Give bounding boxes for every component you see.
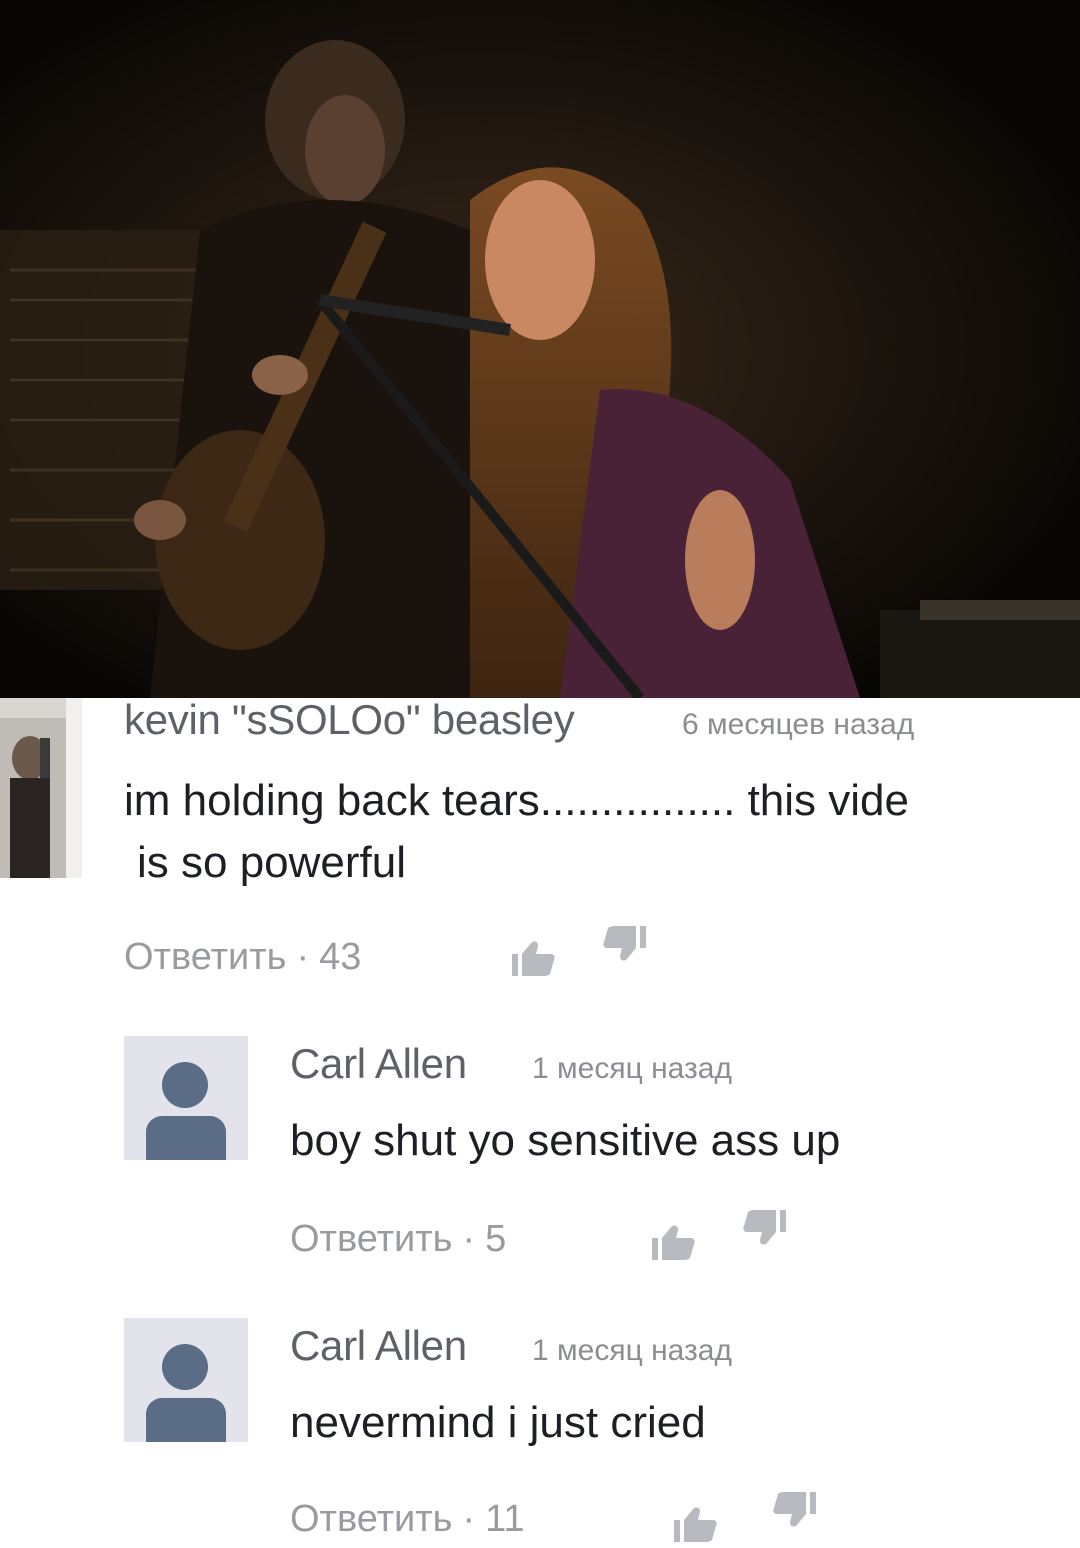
avatar[interactable] <box>124 1318 248 1442</box>
video-frame-image <box>0 0 1080 698</box>
comment-text: im holding back tears................ th… <box>124 776 909 825</box>
comment-item: Carl Allen 1 месяц назад boy shut yo sen… <box>0 1036 1080 1296</box>
thumb-up-icon[interactable] <box>650 1222 698 1262</box>
separator-dot: · <box>296 936 310 978</box>
video-player[interactable] <box>0 0 1080 698</box>
thumb-down-icon[interactable] <box>740 1208 788 1248</box>
comment-timestamp: 1 месяц назад <box>532 1052 732 1085</box>
thumb-up-icon[interactable] <box>672 1504 720 1544</box>
default-avatar-body-icon <box>146 1116 226 1160</box>
thumb-down-icon[interactable] <box>600 924 648 964</box>
comment-actions: Ответить · 5 <box>290 1218 506 1261</box>
reply-button[interactable]: Ответить <box>124 936 286 978</box>
default-avatar-head-icon <box>162 1062 208 1108</box>
comment-item: Carl Allen 1 месяц назад nevermind i jus… <box>0 1318 1080 1548</box>
comment-author[interactable]: Carl Allen <box>290 1322 467 1370</box>
comment-author[interactable]: kevin "sSOLOo" beasley <box>124 696 575 744</box>
default-avatar-body-icon <box>146 1398 226 1442</box>
comment-item: kevin "sSOLOo" beasley 6 месяцев назад i… <box>0 696 1080 998</box>
avatar-photo-image <box>0 698 82 878</box>
reply-button[interactable]: Ответить <box>290 1218 452 1260</box>
comments-section: kevin "sSOLOo" beasley 6 месяцев назад i… <box>0 696 1080 1548</box>
like-count: 43 <box>319 936 362 978</box>
comment-author[interactable]: Carl Allen <box>290 1040 467 1088</box>
separator-dot: · <box>462 1498 476 1540</box>
thumb-down-icon[interactable] <box>770 1490 818 1530</box>
comment-actions: Ответить · 11 <box>290 1498 525 1541</box>
separator-dot: · <box>462 1218 476 1260</box>
comment-text: nevermind i just cried <box>290 1398 706 1447</box>
comment-timestamp: 6 месяцев назад <box>682 708 915 741</box>
like-count: 5 <box>485 1218 507 1260</box>
avatar[interactable] <box>0 698 82 878</box>
comment-text-continued: is so powerful <box>137 838 407 887</box>
like-count: 11 <box>485 1498 525 1540</box>
avatar[interactable] <box>124 1036 248 1160</box>
comment-text: boy shut yo sensitive ass up <box>290 1116 841 1165</box>
comment-actions: Ответить · 43 <box>124 936 361 979</box>
reply-button[interactable]: Ответить <box>290 1498 452 1540</box>
comment-timestamp: 1 месяц назад <box>532 1334 732 1367</box>
default-avatar-head-icon <box>162 1344 208 1390</box>
thumb-up-icon[interactable] <box>510 938 558 978</box>
